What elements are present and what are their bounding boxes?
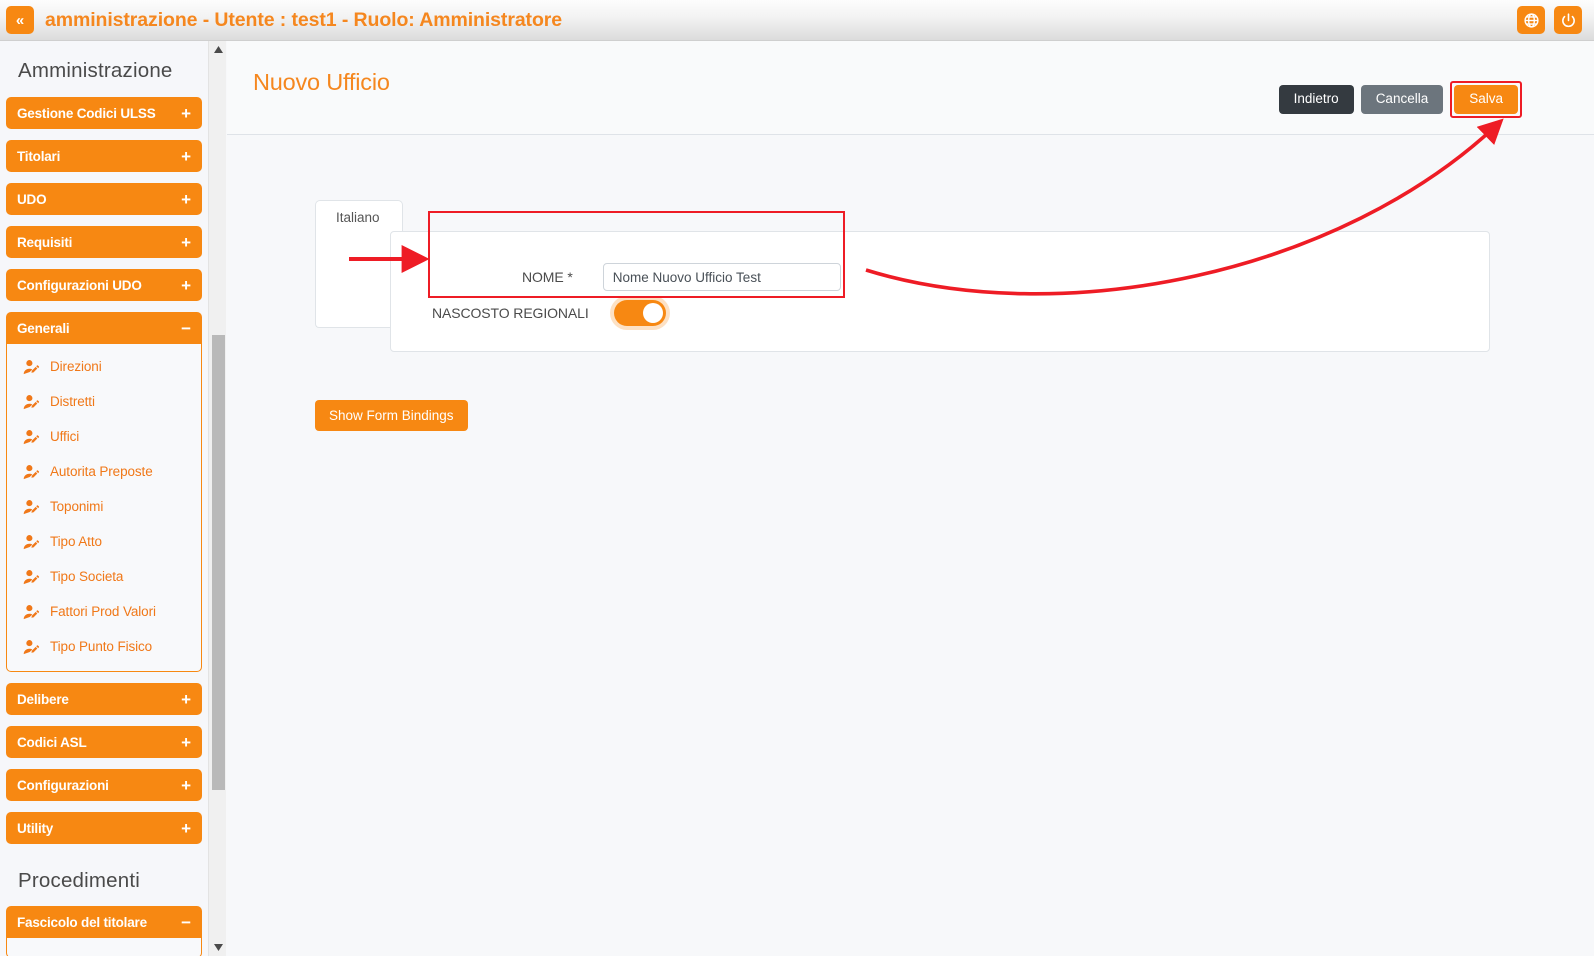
sidebar: Amministrazione Gestione Codici ULSS + T… bbox=[0, 41, 208, 956]
sidebar-sub-heading: Procedimenti bbox=[0, 855, 208, 906]
menu-label: Codici ASL bbox=[17, 735, 87, 750]
top-bar: « amministrazione - Utente : test1 - Ruo… bbox=[0, 0, 1594, 41]
power-icon[interactable] bbox=[1554, 6, 1582, 34]
menu-label: Configurazioni bbox=[17, 778, 109, 793]
menu-label: Gestione Codici ULSS bbox=[17, 106, 156, 121]
sidebar-heading: Amministrazione bbox=[0, 41, 208, 97]
save-button[interactable]: Salva bbox=[1454, 85, 1518, 114]
sidebar-item-utility[interactable]: Utility + bbox=[6, 812, 202, 844]
sidebar-submenu-fascicolo bbox=[6, 938, 202, 956]
plus-icon: + bbox=[181, 148, 191, 165]
plus-icon: + bbox=[181, 277, 191, 294]
menu-label: Fascicolo del titolare bbox=[17, 915, 147, 930]
sidebar-subitem-tipo-atto[interactable]: Tipo Atto bbox=[7, 524, 201, 559]
menu-label: Requisiti bbox=[17, 235, 72, 250]
minus-icon: − bbox=[181, 320, 191, 337]
person-edit-icon bbox=[23, 359, 40, 375]
sidebar-item-fascicolo-del-titolare[interactable]: Fascicolo del titolare − bbox=[6, 906, 202, 938]
sidebar-subitem-toponimi[interactable]: Toponimi bbox=[7, 489, 201, 524]
app-root: « amministrazione - Utente : test1 - Ruo… bbox=[0, 0, 1594, 956]
form-panel-left-edge bbox=[315, 231, 391, 328]
subitem-label: Toponimi bbox=[50, 499, 103, 514]
form-panel bbox=[390, 231, 1490, 352]
nascosto-regionali-toggle[interactable] bbox=[614, 300, 666, 326]
subitem-label: Fattori Prod Valori bbox=[50, 604, 156, 619]
globe-icon[interactable] bbox=[1517, 6, 1545, 34]
sidebar-item-configurazioni-udo[interactable]: Configurazioni UDO + bbox=[6, 269, 202, 301]
plus-icon: + bbox=[181, 820, 191, 837]
sidebar-subitem-direzioni[interactable]: Direzioni bbox=[7, 349, 201, 384]
sidebar-item-generali[interactable]: Generali − bbox=[6, 312, 202, 344]
nome-label: NOME * bbox=[522, 269, 573, 285]
plus-icon: + bbox=[181, 691, 191, 708]
form-row-nome: NOME * bbox=[522, 263, 841, 291]
sidebar-subitem-tipo-societa[interactable]: Tipo Societa bbox=[7, 559, 201, 594]
person-edit-icon bbox=[23, 604, 40, 620]
page-title: Nuovo Ufficio bbox=[253, 69, 390, 96]
plus-icon: + bbox=[181, 105, 191, 122]
double-chevron-left-icon[interactable]: « bbox=[6, 6, 34, 34]
sidebar-item-configurazioni[interactable]: Configurazioni + bbox=[6, 769, 202, 801]
show-form-bindings-button[interactable]: Show Form Bindings bbox=[315, 400, 468, 431]
sidebar-subitem-uffici[interactable]: Uffici bbox=[7, 419, 201, 454]
main-content: Nuovo Ufficio Indietro Cancella Salva It… bbox=[227, 41, 1594, 956]
person-edit-icon bbox=[23, 499, 40, 515]
sidebar-subitem-fattori-prod-valori[interactable]: Fattori Prod Valori bbox=[7, 594, 201, 629]
menu-label: UDO bbox=[17, 192, 46, 207]
sidebar-item-delibere[interactable]: Delibere + bbox=[6, 683, 202, 715]
caret-down-icon[interactable] bbox=[209, 939, 227, 956]
subitem-label: Autorita Preposte bbox=[50, 464, 153, 479]
save-button-highlight: Salva bbox=[1450, 81, 1522, 118]
menu-label: Generali bbox=[17, 321, 69, 336]
menu-label: Configurazioni UDO bbox=[17, 278, 142, 293]
sidebar-item-udo[interactable]: UDO + bbox=[6, 183, 202, 215]
plus-icon: + bbox=[181, 734, 191, 751]
cancel-button[interactable]: Cancella bbox=[1361, 85, 1444, 114]
language-tabs: Italiano bbox=[315, 200, 403, 234]
person-edit-icon bbox=[23, 534, 40, 550]
page-header: Nuovo Ufficio Indietro Cancella Salva bbox=[227, 41, 1594, 135]
toggle-knob bbox=[643, 303, 663, 323]
top-bar-actions bbox=[1517, 6, 1582, 34]
subitem-label: Distretti bbox=[50, 394, 95, 409]
menu-label: Titolari bbox=[17, 149, 60, 164]
header-action-buttons: Indietro Cancella Salva bbox=[1279, 81, 1522, 118]
scrollbar-thumb[interactable] bbox=[212, 335, 225, 790]
subitem-label: Direzioni bbox=[50, 359, 102, 374]
sidebar-item-gestione-codici-ulss[interactable]: Gestione Codici ULSS + bbox=[6, 97, 202, 129]
subitem-label: Tipo Punto Fisico bbox=[50, 639, 152, 654]
sidebar-subitem-distretti[interactable]: Distretti bbox=[7, 384, 201, 419]
page-header-title: amministrazione - Utente : test1 - Ruolo… bbox=[45, 9, 562, 32]
subitem-label: Tipo Atto bbox=[50, 534, 102, 549]
subitem-label: Uffici bbox=[50, 429, 79, 444]
person-edit-icon bbox=[23, 394, 40, 410]
plus-icon: + bbox=[181, 777, 191, 794]
sidebar-item-requisiti[interactable]: Requisiti + bbox=[6, 226, 202, 258]
person-edit-icon bbox=[23, 464, 40, 480]
plus-icon: + bbox=[181, 234, 191, 251]
plus-icon: + bbox=[181, 191, 191, 208]
menu-label: Delibere bbox=[17, 692, 69, 707]
person-edit-icon bbox=[23, 429, 40, 445]
subitem-label: Tipo Societa bbox=[50, 569, 123, 584]
nascosto-regionali-label: NASCOSTO REGIONALI bbox=[432, 305, 589, 321]
caret-up-icon[interactable] bbox=[209, 41, 227, 58]
person-edit-icon bbox=[23, 639, 40, 655]
sidebar-subitem-autorita-preposte[interactable]: Autorita Preposte bbox=[7, 454, 201, 489]
sidebar-scrollbar[interactable] bbox=[208, 41, 226, 956]
sidebar-item-codici-asl[interactable]: Codici ASL + bbox=[6, 726, 202, 758]
back-button[interactable]: Indietro bbox=[1279, 85, 1354, 114]
person-edit-icon bbox=[23, 569, 40, 585]
tab-italiano[interactable]: Italiano bbox=[315, 200, 403, 234]
nome-input[interactable] bbox=[603, 263, 841, 291]
menu-label: Utility bbox=[17, 821, 53, 836]
minus-icon: − bbox=[181, 914, 191, 931]
form-row-nascosto-regionali: NASCOSTO REGIONALI bbox=[432, 300, 666, 326]
sidebar-subitem-tipo-punto-fisico[interactable]: Tipo Punto Fisico bbox=[7, 629, 201, 664]
sidebar-submenu-generali: Direzioni Distretti Uffici Autorita Prep… bbox=[6, 344, 202, 672]
sidebar-item-titolari[interactable]: Titolari + bbox=[6, 140, 202, 172]
